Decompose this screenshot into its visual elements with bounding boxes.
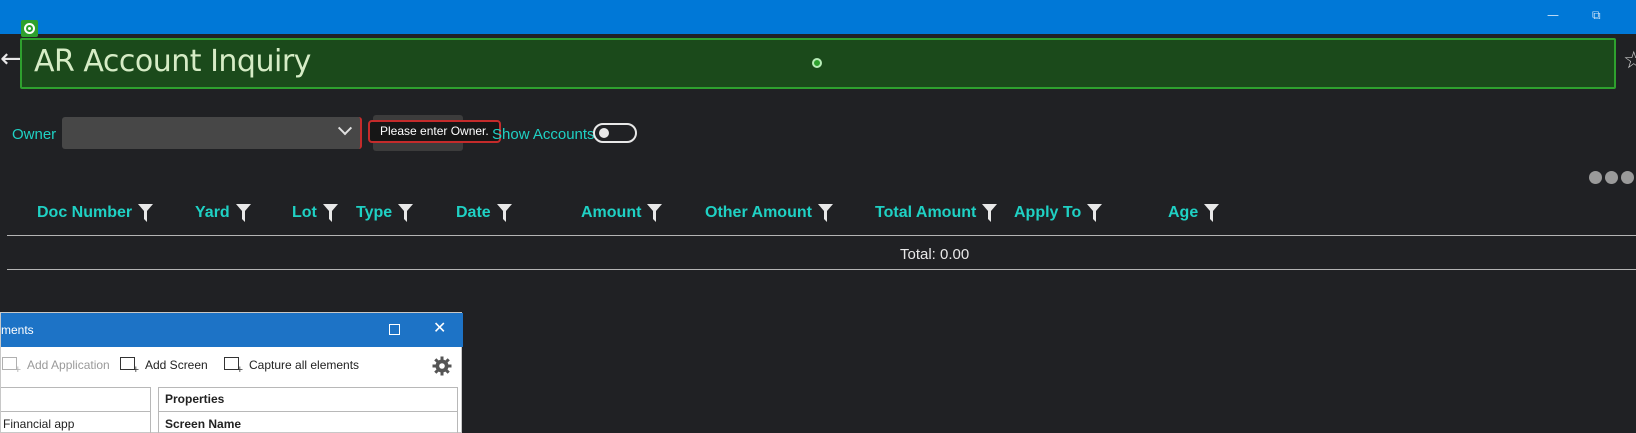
column-label: Lot [292, 204, 317, 221]
filter-icon[interactable] [1204, 204, 1220, 222]
add-application-icon: + [1, 356, 21, 376]
close-icon[interactable]: ✕ [433, 318, 446, 338]
page-title: AR Account Inquiry [34, 44, 311, 79]
column-label: Age [1168, 204, 1199, 221]
add-application-button[interactable]: + Add Application [1, 356, 110, 376]
chevron-down-icon[interactable] [337, 121, 353, 136]
tree-item-financial-app[interactable]: Financial app [3, 417, 74, 431]
grid-divider [7, 235, 1636, 236]
show-accounts-label: Show Accounts [492, 126, 595, 143]
properties-panel: Properties Screen Name [158, 387, 458, 433]
maximize-icon[interactable] [389, 324, 400, 335]
elements-dialog: ments ✕ + Add Application + Add Screen +… [0, 312, 463, 433]
add-screen-icon: + [119, 356, 139, 376]
filter-icon[interactable] [138, 204, 154, 222]
column-header-amount[interactable]: Amount [581, 204, 663, 222]
dot-icon [1605, 171, 1618, 184]
grid-total: Total: 0.00 [900, 246, 970, 263]
dialog-titlebar: ments ✕ [1, 313, 463, 347]
column-header-yard[interactable]: Yard [195, 204, 251, 222]
target-badge-icon [21, 20, 38, 37]
column-label: Yard [195, 204, 230, 221]
filter-icon[interactable] [496, 204, 512, 222]
panel-divider [1, 411, 150, 412]
column-header-total-amount[interactable]: Total Amount [875, 204, 998, 222]
owner-label: Owner [12, 126, 57, 143]
column-label: Apply To [1014, 204, 1082, 221]
owner-dropdown[interactable] [62, 117, 362, 149]
star-icon[interactable]: ☆ [1623, 48, 1636, 72]
column-label: Doc Number [37, 204, 133, 221]
filter-icon[interactable] [647, 204, 663, 222]
window-titlebar: — ⧉ [0, 0, 1636, 34]
screen-name-label: Screen Name [165, 417, 242, 431]
column-label: Amount [581, 204, 642, 221]
column-header-date[interactable]: Date [456, 204, 512, 222]
capture-icon: + [223, 356, 243, 376]
element-tree-panel: Financial app [1, 387, 151, 433]
more-options-icon[interactable] [1589, 171, 1634, 184]
panel-divider [159, 411, 457, 412]
gear-icon[interactable] [432, 356, 452, 376]
filter-icon[interactable] [1087, 204, 1103, 222]
column-header-other-amount[interactable]: Other Amount [705, 204, 833, 222]
filter-icon[interactable] [817, 204, 833, 222]
column-label: Date [456, 204, 491, 221]
add-application-label: Add Application [27, 358, 110, 372]
back-arrow-icon[interactable]: ← [0, 46, 22, 72]
dialog-title: ments [1, 323, 34, 337]
column-header-age[interactable]: Age [1168, 204, 1220, 222]
validation-tooltip: Please enter Owner. [368, 120, 501, 143]
toggle-knob [599, 128, 609, 138]
center-point-icon [812, 58, 822, 68]
column-label: Total Amount [875, 204, 977, 221]
filter-icon[interactable] [235, 204, 251, 222]
add-screen-label: Add Screen [145, 358, 208, 372]
grid-footer-divider [7, 269, 1636, 270]
capture-all-elements-button[interactable]: + Capture all elements [223, 356, 360, 376]
add-screen-button[interactable]: + Add Screen [119, 356, 208, 376]
column-header-lot[interactable]: Lot [292, 204, 338, 222]
grid-header: Doc Number Yard Lot Type Date Amount Oth… [0, 192, 1636, 236]
capture-all-label: Capture all elements [249, 358, 360, 372]
filter-icon[interactable] [398, 204, 414, 222]
column-header-type[interactable]: Type [356, 204, 414, 222]
restore-icon[interactable]: ⧉ [1592, 8, 1601, 23]
dot-icon [1621, 171, 1634, 184]
column-label: Other Amount [705, 204, 812, 221]
dot-icon [1589, 171, 1602, 184]
column-header-doc-number[interactable]: Doc Number [37, 204, 154, 222]
show-accounts-toggle[interactable] [593, 123, 637, 143]
minimize-icon[interactable]: — [1547, 8, 1559, 22]
column-label: Type [356, 204, 393, 221]
filter-icon[interactable] [322, 204, 338, 222]
properties-header: Properties [165, 392, 225, 406]
column-header-apply-to[interactable]: Apply To [1014, 204, 1103, 222]
filter-icon[interactable] [982, 204, 998, 222]
